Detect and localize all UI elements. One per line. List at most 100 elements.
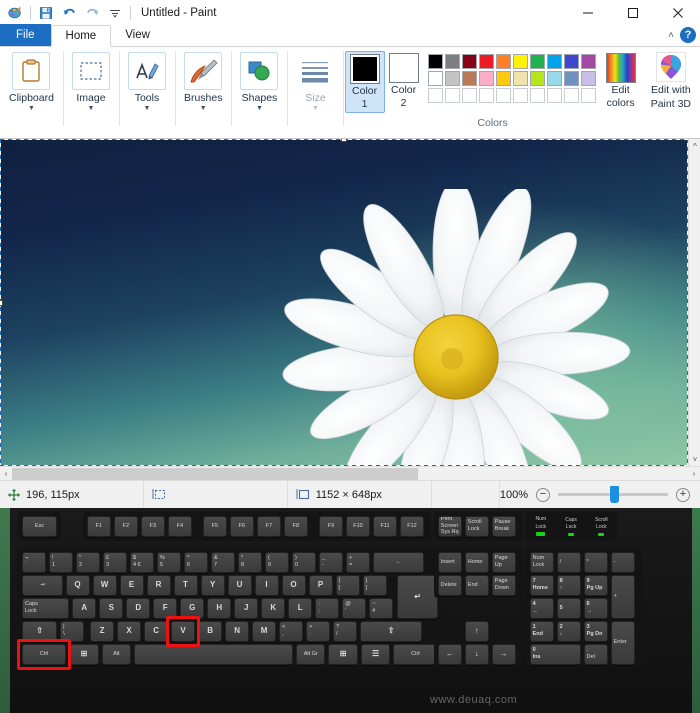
key-[interactable]: ¬ ` xyxy=(22,552,46,573)
key-arrow-left[interactable]: ← xyxy=(437,644,462,665)
help-icon[interactable]: ? xyxy=(680,27,696,43)
size-button[interactable]: Size ▼ xyxy=(292,50,338,114)
canvas-image[interactable] xyxy=(0,139,688,466)
key-t[interactable]: T xyxy=(173,575,198,596)
key-d[interactable]: D xyxy=(126,598,151,619)
shapes-button[interactable]: Shapes ▼ xyxy=(236,50,282,114)
key-win-right[interactable]: ⊞ xyxy=(328,644,358,665)
save-icon[interactable] xyxy=(36,3,56,23)
scroll-up-icon[interactable]: ^ xyxy=(689,139,700,153)
color-swatch-2-7[interactable] xyxy=(529,71,545,86)
horizontal-scrollbar[interactable]: ‹ › xyxy=(0,466,700,480)
color-swatch-2-6[interactable] xyxy=(512,71,528,86)
tab-view[interactable]: View xyxy=(111,24,164,46)
key-numpad-7[interactable]: 7 Home xyxy=(529,575,554,596)
key-slash[interactable]: ? / xyxy=(333,621,358,642)
key-arrow-right[interactable]: → xyxy=(491,644,516,665)
key-menu[interactable]: ☰ xyxy=(360,644,391,665)
key-f2[interactable]: F2 xyxy=(113,516,138,537)
zoom-slider-track[interactable] xyxy=(557,486,668,503)
key-ctrl-left[interactable]: Ctrl xyxy=(22,644,67,665)
key-w[interactable]: W xyxy=(92,575,117,596)
minimize-button[interactable] xyxy=(565,0,610,25)
key-numpad-enter[interactable]: Enter xyxy=(610,621,635,665)
key-numpad-9[interactable]: 9 Pg Up xyxy=(583,575,608,596)
key-x[interactable]: X xyxy=(117,621,142,642)
key-bracket-right[interactable]: }] xyxy=(362,575,387,596)
color-swatch-2-10[interactable] xyxy=(580,71,596,86)
tab-file[interactable]: File xyxy=(0,24,51,46)
key-b[interactable]: B xyxy=(198,621,223,642)
color-swatch-2-2[interactable] xyxy=(444,71,460,86)
key-alt-gr[interactable]: Alt Gr xyxy=(296,644,326,665)
color-swatch-3-3[interactable] xyxy=(461,88,477,103)
key-home[interactable]: Home xyxy=(464,552,489,573)
selection-handle-left[interactable] xyxy=(0,300,3,306)
key-page-down[interactable]: Page Down xyxy=(491,575,516,596)
key-comma[interactable]: <, xyxy=(279,621,304,642)
key-numpad-8[interactable]: 8 ↑ xyxy=(556,575,581,596)
key-j[interactable]: J xyxy=(234,598,259,619)
key-f8[interactable]: F8 xyxy=(283,516,308,537)
color-swatch-1-6[interactable] xyxy=(512,54,528,69)
key-[interactable]: + = xyxy=(346,552,370,573)
key-esc[interactable]: Esc xyxy=(22,516,58,537)
tools-button[interactable]: Tools ▼ xyxy=(124,50,170,114)
key-shift-left[interactable]: ⇧ xyxy=(22,621,58,642)
scroll-left-icon[interactable]: ‹ xyxy=(0,467,12,480)
key-v[interactable]: V xyxy=(171,621,196,642)
chevron-down-icon[interactable]: ▼ xyxy=(143,105,150,112)
color-swatch-2-5[interactable] xyxy=(495,71,511,86)
color-swatch-3-2[interactable] xyxy=(444,88,460,103)
key-backslash[interactable]: | \ xyxy=(60,621,85,642)
key-numpad-4[interactable]: 4 ← xyxy=(529,598,554,619)
customize-qat-icon[interactable] xyxy=(105,3,125,23)
key-5[interactable]: % 5 xyxy=(157,552,181,573)
canvas-area[interactable] xyxy=(0,139,700,466)
key-ctrl-right[interactable]: Ctrl xyxy=(393,644,438,665)
key-2[interactable]: " 2 xyxy=(76,552,100,573)
key-c[interactable]: C xyxy=(144,621,169,642)
key-k[interactable]: K xyxy=(261,598,286,619)
key-f5[interactable]: F5 xyxy=(202,516,227,537)
key-1[interactable]: ! 1 xyxy=(49,552,73,573)
color-swatch-3-4[interactable] xyxy=(478,88,494,103)
key-7[interactable]: & 7 xyxy=(211,552,235,573)
key-numpad-5[interactable]: 5 xyxy=(556,598,581,619)
key-numpad-6[interactable]: 6 → xyxy=(583,598,608,619)
color-swatch-1-3[interactable] xyxy=(461,54,477,69)
color-swatch-3-10[interactable] xyxy=(580,88,596,103)
key-4[interactable]: $4 € xyxy=(130,552,154,573)
hscroll-thumb[interactable] xyxy=(12,468,418,480)
key-delete[interactable]: Delete xyxy=(437,575,462,596)
key-f4[interactable]: F4 xyxy=(167,516,192,537)
image-button[interactable]: Image ▼ xyxy=(68,50,114,114)
key-arrow-down[interactable]: ↓ xyxy=(464,644,489,665)
color-swatch-3-9[interactable] xyxy=(563,88,579,103)
key-p[interactable]: P xyxy=(308,575,333,596)
color-swatch-1-2[interactable] xyxy=(444,54,460,69)
tab-home[interactable]: Home xyxy=(50,25,112,47)
key-g[interactable]: G xyxy=(180,598,205,619)
key-f11[interactable]: F11 xyxy=(373,516,397,537)
key-win-left[interactable]: ⊞ xyxy=(69,644,99,665)
key-q[interactable]: Q xyxy=(65,575,90,596)
key-page-up[interactable]: Page Up xyxy=(491,552,516,573)
key-tab[interactable]: ⇥ xyxy=(22,575,63,596)
key-caps-lock[interactable]: Caps Lock xyxy=(22,598,70,619)
key-hash[interactable]: ~ # xyxy=(369,598,394,619)
key-f3[interactable]: F3 xyxy=(140,516,165,537)
key-semicolon[interactable]: :; xyxy=(315,598,340,619)
key-f6[interactable]: F6 xyxy=(229,516,254,537)
chevron-down-icon[interactable]: ▼ xyxy=(28,105,35,112)
key-m[interactable]: M xyxy=(252,621,277,642)
key-0[interactable]: ) 0 xyxy=(292,552,316,573)
zoom-in-button[interactable]: + xyxy=(675,487,690,502)
key-period[interactable]: >. xyxy=(306,621,331,642)
key-f[interactable]: F xyxy=(153,598,178,619)
key-print[interactable]: Print Screen Sys Rq xyxy=(437,516,462,537)
key-arrow-up[interactable]: ↑ xyxy=(464,621,489,642)
key-shift-right[interactable]: ⇧ xyxy=(360,621,423,642)
color-swatch-2-3[interactable] xyxy=(461,71,477,86)
color-swatch-1-5[interactable] xyxy=(495,54,511,69)
